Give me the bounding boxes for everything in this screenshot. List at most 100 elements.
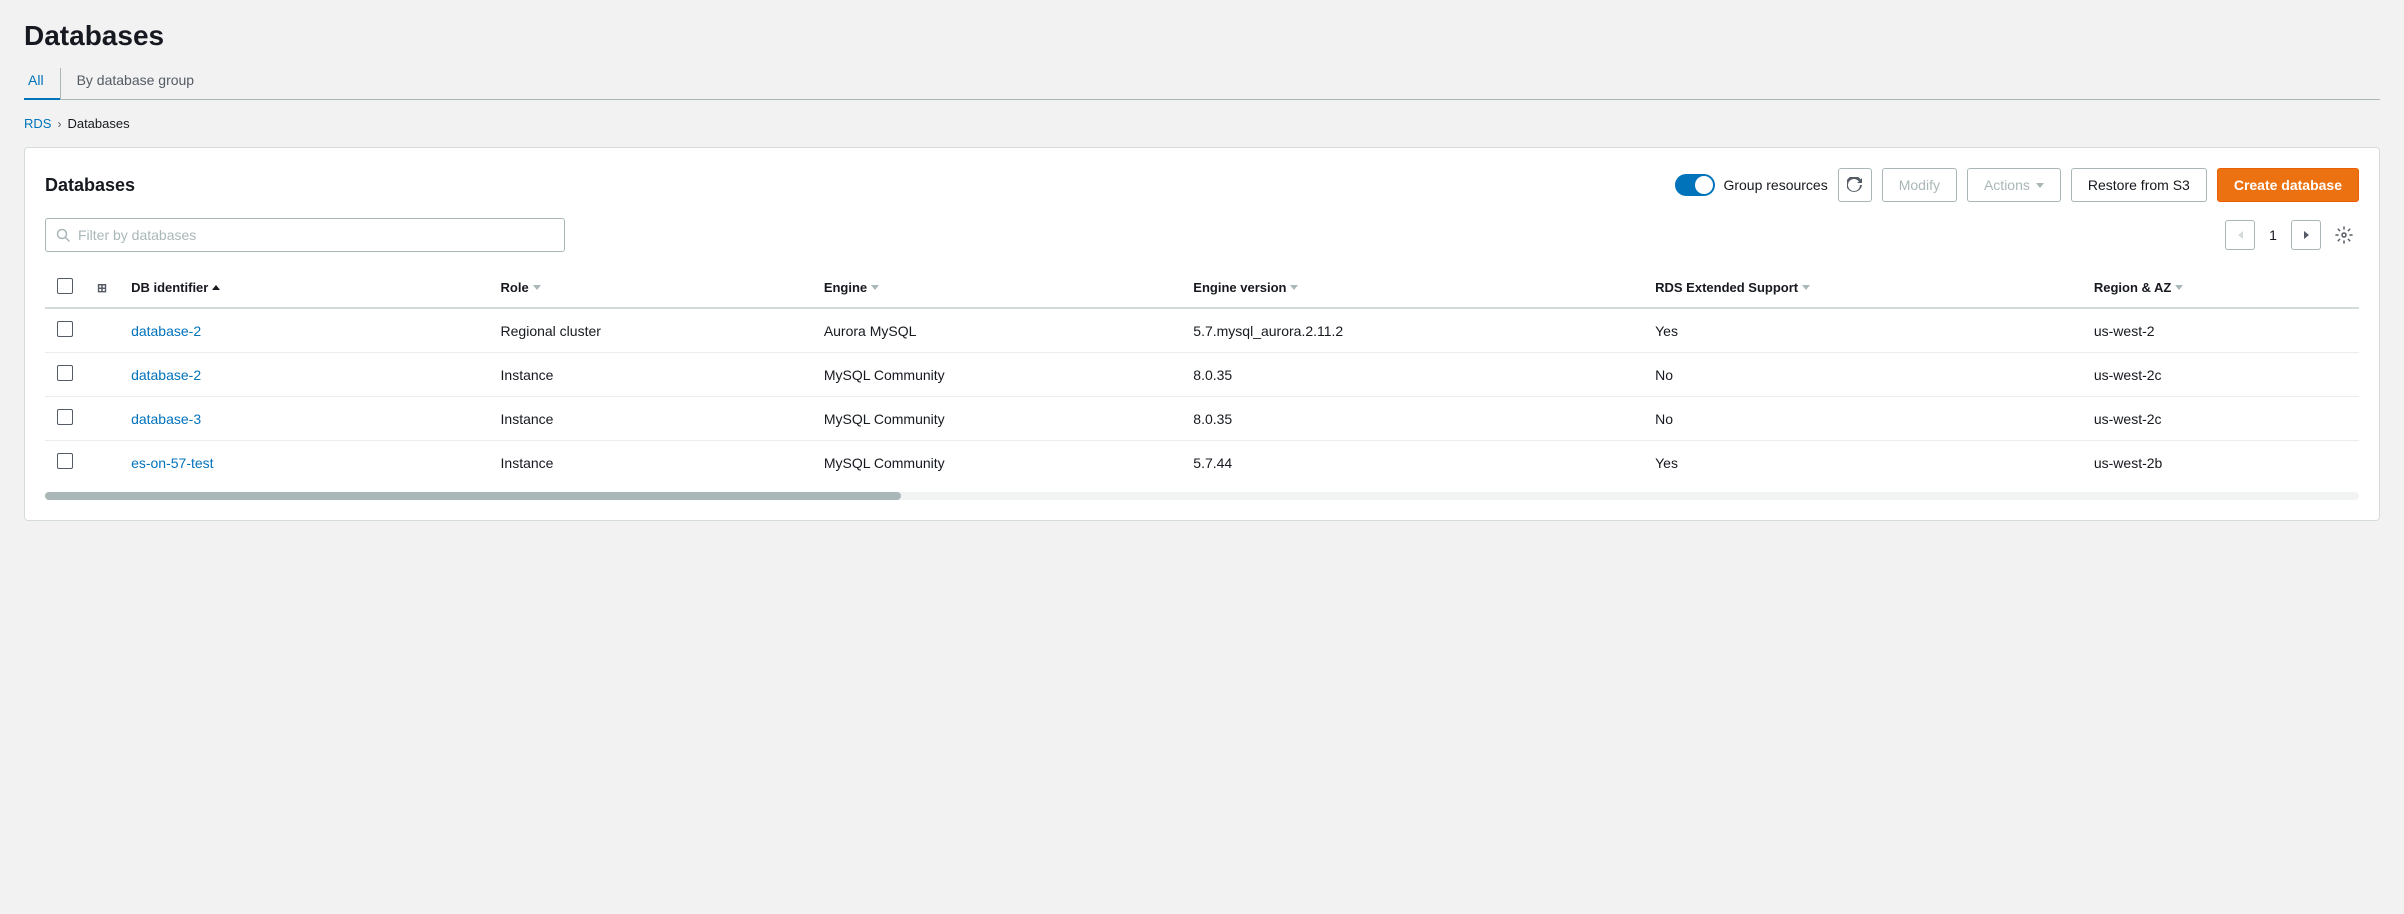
expand-all-icon[interactable]: ⊞	[97, 281, 107, 295]
page-number: 1	[2263, 227, 2283, 243]
select-all-checkbox[interactable]	[57, 278, 73, 294]
row-region-az: us-west-2b	[2082, 441, 2359, 485]
row-checkbox[interactable]	[57, 409, 73, 425]
chevron-right-icon	[2304, 231, 2309, 239]
table-row: database-3 Instance MySQL Community 8.0.…	[45, 397, 2359, 441]
breadcrumb-separator: ›	[57, 117, 61, 131]
row-engine: MySQL Community	[812, 353, 1181, 397]
row-engine-version: 5.7.44	[1181, 441, 1643, 485]
th-region-az[interactable]: Region & AZ	[2082, 268, 2359, 308]
card-title: Databases	[45, 175, 135, 196]
row-checkbox[interactable]	[57, 453, 73, 469]
group-resources-label: Group resources	[1723, 177, 1827, 193]
db-identifier-link[interactable]: database-3	[131, 411, 201, 427]
search-input[interactable]	[78, 227, 554, 243]
next-page-button[interactable]	[2291, 220, 2321, 250]
restore-from-s3-button[interactable]: Restore from S3	[2071, 168, 2207, 202]
row-rds-extended-support: Yes	[1643, 308, 2082, 353]
toggle-group: Group resources	[1675, 174, 1827, 196]
search-input-wrap[interactable]	[45, 218, 565, 252]
row-role: Instance	[489, 397, 812, 441]
card-header: Databases Group resources Modify Actio	[45, 168, 2359, 202]
row-checkbox-cell	[45, 353, 85, 397]
databases-card: Databases Group resources Modify Actio	[24, 147, 2380, 521]
th-checkbox	[45, 268, 85, 308]
actions-chevron-icon	[2036, 183, 2044, 188]
refresh-icon	[1847, 177, 1863, 193]
sort-asc-icon	[212, 285, 220, 290]
th-engine[interactable]: Engine	[812, 268, 1181, 308]
group-resources-toggle[interactable]	[1675, 174, 1715, 196]
horizontal-scrollbar[interactable]	[45, 492, 2359, 500]
row-db-identifier: database-3	[119, 397, 488, 441]
row-rds-extended-support: No	[1643, 353, 2082, 397]
sort-none-icon-3	[1290, 285, 1298, 290]
table-row: database-2 Regional cluster Aurora MySQL…	[45, 308, 2359, 353]
row-engine: MySQL Community	[812, 397, 1181, 441]
search-icon	[56, 228, 70, 242]
row-rds-extended-support: Yes	[1643, 441, 2082, 485]
row-expand-cell	[85, 308, 119, 353]
th-rds-extended-support[interactable]: RDS Extended Support	[1643, 268, 2082, 308]
refresh-button[interactable]	[1838, 168, 1872, 202]
row-checkbox[interactable]	[57, 365, 73, 381]
row-db-identifier: es-on-57-test	[119, 441, 488, 485]
row-region-az: us-west-2	[2082, 308, 2359, 353]
row-checkbox-cell	[45, 397, 85, 441]
table-row: es-on-57-test Instance MySQL Community 5…	[45, 441, 2359, 485]
db-identifier-link[interactable]: es-on-57-test	[131, 455, 213, 471]
table-settings-button[interactable]	[2329, 220, 2359, 250]
row-region-az: us-west-2c	[2082, 397, 2359, 441]
row-checkbox[interactable]	[57, 321, 73, 337]
sort-none-icon-2	[871, 285, 879, 290]
row-checkbox-cell	[45, 441, 85, 485]
breadcrumb-rds-link[interactable]: RDS	[24, 116, 51, 131]
sort-none-icon	[533, 285, 541, 290]
table-row: database-2 Instance MySQL Community 8.0.…	[45, 353, 2359, 397]
modify-button[interactable]: Modify	[1882, 168, 1957, 202]
chevron-left-icon	[2238, 231, 2243, 239]
row-role: Regional cluster	[489, 308, 812, 353]
row-rds-extended-support: No	[1643, 397, 2082, 441]
row-db-identifier: database-2	[119, 308, 488, 353]
pagination-group: 1	[2225, 220, 2359, 250]
row-expand-cell	[85, 441, 119, 485]
th-role[interactable]: Role	[489, 268, 812, 308]
row-engine: MySQL Community	[812, 441, 1181, 485]
row-region-az: us-west-2c	[2082, 353, 2359, 397]
breadcrumb: RDS › Databases	[24, 116, 2380, 131]
search-filter-row: 1	[45, 218, 2359, 252]
databases-table: ⊞ DB identifier Role	[45, 268, 2359, 484]
row-engine: Aurora MySQL	[812, 308, 1181, 353]
th-db-identifier[interactable]: DB identifier	[119, 268, 488, 308]
actions-button[interactable]: Actions	[1967, 168, 2061, 202]
settings-icon	[2335, 226, 2353, 244]
th-engine-version[interactable]: Engine version	[1181, 268, 1643, 308]
sort-none-icon-4	[1802, 285, 1810, 290]
row-role: Instance	[489, 353, 812, 397]
table-header-row: ⊞ DB identifier Role	[45, 268, 2359, 308]
db-identifier-link[interactable]: database-2	[131, 367, 201, 383]
tabs-bar: All By database group	[24, 64, 2380, 100]
page-wrapper: Databases All By database group RDS › Da…	[0, 0, 2404, 914]
row-expand-cell	[85, 397, 119, 441]
row-engine-version: 8.0.35	[1181, 397, 1643, 441]
create-database-button[interactable]: Create database	[2217, 168, 2359, 202]
scrollbar-thumb	[45, 492, 901, 500]
row-checkbox-cell	[45, 308, 85, 353]
row-role: Instance	[489, 441, 812, 485]
row-engine-version: 8.0.35	[1181, 353, 1643, 397]
header-actions: Group resources Modify Actions Restore f…	[1675, 168, 2359, 202]
page-title: Databases	[24, 20, 2380, 52]
scrollbar-track	[45, 492, 2359, 500]
row-db-identifier: database-2	[119, 353, 488, 397]
tab-by-database-group[interactable]: By database group	[61, 64, 211, 100]
prev-page-button[interactable]	[2225, 220, 2255, 250]
th-expand: ⊞	[85, 268, 119, 308]
db-identifier-link[interactable]: database-2	[131, 323, 201, 339]
tab-all[interactable]: All	[24, 64, 60, 100]
sort-none-icon-5	[2175, 285, 2183, 290]
row-expand-cell	[85, 353, 119, 397]
breadcrumb-current: Databases	[67, 116, 129, 131]
row-engine-version: 5.7.mysql_aurora.2.11.2	[1181, 308, 1643, 353]
